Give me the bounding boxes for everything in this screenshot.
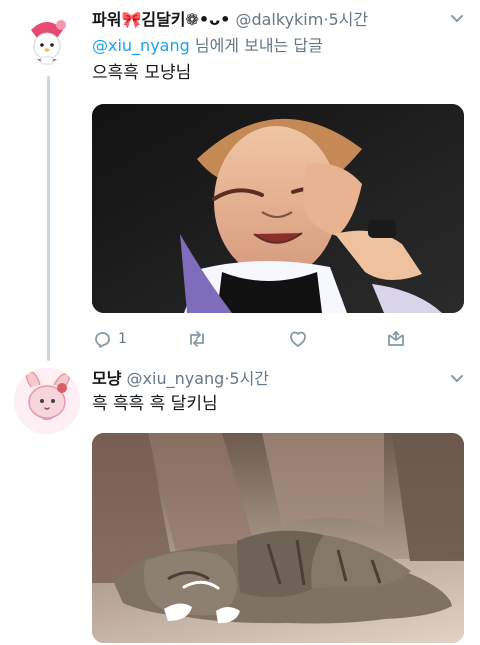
tweet-text: 으흑흑 모냥님 [92, 63, 192, 83]
user-handle[interactable]: @dalkykim [235, 10, 323, 29]
tweet-1-header: 파워🎀김달키❁•ᴗ• @dalkykim·5시간 [92, 10, 464, 30]
tweet-thread: 파워🎀김달키❁•ᴗ• @dalkykim·5시간 @xiu_nyang 님에게 … [0, 0, 480, 645]
tweet-time[interactable]: 5시간 [229, 369, 269, 388]
tweet-2-header: 모냥 @xiu_nyang·5시간 [92, 369, 464, 389]
reply-mention-link[interactable]: @xiu_nyang [92, 36, 190, 55]
chevron-down-icon[interactable] [450, 374, 464, 384]
reply-context: @xiu_nyang 님에게 보내는 답글 [92, 36, 323, 56]
retweet-icon [190, 331, 204, 347]
chevron-down-icon[interactable] [450, 14, 464, 24]
thread-connector-line [47, 76, 50, 361]
user-handle[interactable]: @xiu_nyang [127, 369, 225, 388]
reply-icon [95, 332, 110, 348]
reply-context-text: 님에게 보내는 답글 [189, 36, 323, 55]
heart-icon [290, 331, 306, 347]
tweet-photo[interactable] [92, 433, 464, 643]
direct-message-button[interactable] [386, 327, 406, 351]
tweet-time[interactable]: 5시간 [328, 10, 368, 29]
display-name[interactable]: 파워🎀김달키❁•ᴗ• [92, 10, 230, 29]
reply-count: 1 [118, 331, 127, 347]
retweet-button[interactable] [186, 327, 214, 351]
avatar-dalkykim[interactable] [17, 12, 77, 72]
reply-button[interactable]: 1 [92, 327, 127, 351]
avatar-xiu-nyang[interactable] [14, 368, 80, 434]
direct-message-icon [388, 331, 404, 346]
tweet-actions: 1 [92, 327, 422, 351]
tweet-text: 흑 흑흑 흑 달키님 [92, 394, 218, 414]
like-button[interactable] [288, 327, 314, 351]
tweet-photo[interactable] [92, 104, 464, 313]
display-name[interactable]: 모냥 [92, 369, 121, 388]
